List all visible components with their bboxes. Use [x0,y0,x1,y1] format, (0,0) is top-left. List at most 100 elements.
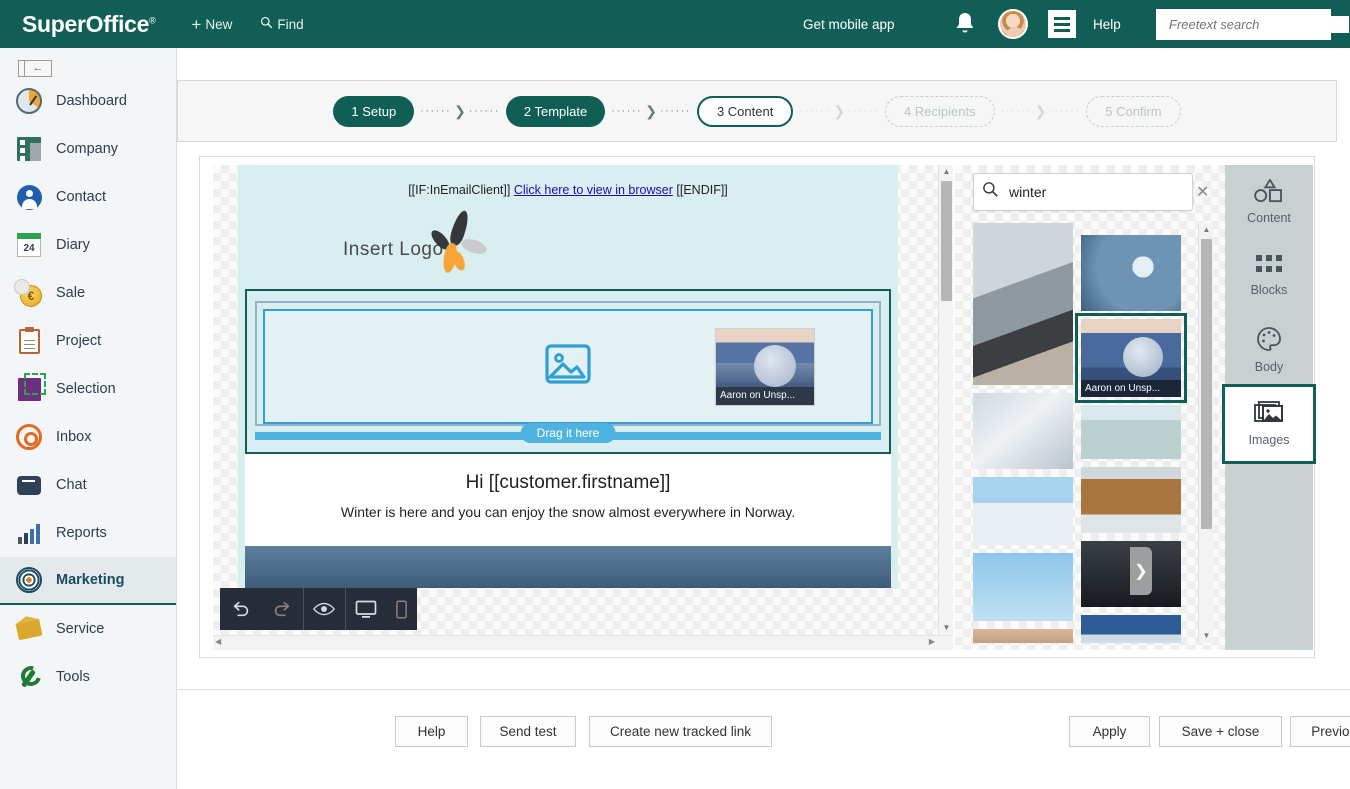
image-thumbnail-selected[interactable]: Aaron on Unsp... [1075,313,1187,403]
dragged-image-ghost: Aaron on Unsp... [715,328,815,406]
chevron-right-icon: ❯ [645,103,657,119]
rail-tab-body[interactable]: Body [1225,313,1313,387]
scroll-left-arrow-icon[interactable]: ◀ [215,637,221,646]
at-sign-icon [12,421,46,453]
image-thumbnail[interactable] [973,629,1073,643]
preview-eye-icon[interactable] [303,588,344,630]
new-button[interactable]: + New [191,16,232,33]
freetext-search-input[interactable] [1167,16,1349,33]
brand-registered-mark: ® [149,14,156,25]
dashboard-icon-shape [16,88,42,114]
image-search-box[interactable]: ✕ [973,173,1209,211]
email-template-body[interactable]: [[IF:InEmailClient]] Click here to view … [238,165,898,588]
coin-icon: € [12,277,46,309]
sidebar-item-contact[interactable]: Contact [0,173,176,221]
sidebar-item-company[interactable]: Company [0,125,176,173]
help-link[interactable]: Help [1093,17,1121,32]
scroll-up-arrow-icon[interactable]: ▲ [1199,223,1214,237]
canvas-horizontal-scrollbar[interactable]: ◀ ▶ [213,635,953,650]
sidebar-item-inbox[interactable]: Inbox [0,413,176,461]
canvas-scroll-thumb[interactable] [941,181,952,301]
image-thumbnail[interactable] [973,477,1073,545]
new-button-label: New [205,16,233,32]
sidebar-item-project[interactable]: Project [0,317,176,365]
clear-search-icon[interactable]: ✕ [1192,182,1213,202]
at-sign-icon-shape [16,424,42,450]
editor-floating-toolbar[interactable] [220,588,417,630]
scroll-up-arrow-icon[interactable]: ▲ [939,165,953,179]
email-body-text[interactable]: Winter is here and you can enjoy the sno… [245,498,891,546]
selected-image-module[interactable]: Aaron on Unsp... Drag it here [245,289,891,454]
email-text-block[interactable]: Hi [[customer.firstname]] Winter is here… [245,454,891,546]
image-grid-column-left [973,223,1073,643]
image-thumbnail[interactable] [1081,615,1181,643]
image-results-grid[interactable]: Aaron on Unsp... [973,223,1191,643]
logo-row[interactable]: Insert Logo [238,205,898,289]
footer-button-apply[interactable]: Apply [1069,716,1150,747]
images-vertical-scrollbar[interactable]: ▲ ▼ [1198,223,1213,643]
ticket-icon [12,613,46,645]
image-module-inner[interactable]: Aaron on Unsp... [255,301,881,426]
view-in-browser-link[interactable]: Click here to view in browser [514,183,673,197]
email-hero-image[interactable] [245,546,891,588]
sidebar-item-chat[interactable]: Chat [0,461,176,509]
image-thumbnail[interactable] [1081,405,1181,459]
panel-expand-handle[interactable]: ❯ [1130,547,1152,595]
wizard-step-5[interactable]: 5 Confirm [1086,95,1181,127]
footer-button-create-new-tracked-link[interactable]: Create new tracked link [589,716,772,747]
footer-button-save-close[interactable]: Save + close [1159,716,1282,747]
rail-tab-blocks[interactable]: Blocks [1225,239,1313,313]
image-thumbnail[interactable] [1081,235,1181,311]
footer-button-previous[interactable]: Previous [1290,716,1350,747]
desktop-view-icon[interactable] [345,588,386,630]
images-scroll-thumb[interactable] [1201,239,1212,529]
rail-tab-content[interactable]: Content [1225,165,1313,239]
image-credit-label: Aaron on Unsp... [1081,380,1181,397]
scroll-right-arrow-icon[interactable]: ▶ [929,637,935,646]
image-thumbnail[interactable] [973,393,1073,469]
menu-icon[interactable] [1048,10,1076,38]
get-mobile-app-link[interactable]: Get mobile app [803,17,895,32]
wizard-steps: 1 Setup ······ ❯ ······ 2 Template ······ ❯ ···… [177,80,1337,142]
wizard-step-2[interactable]: 2 Template [505,95,606,127]
sidebar-item-tools[interactable]: Tools [0,653,176,701]
rail-tab-images[interactable]: Images [1222,384,1316,464]
image-thumbnail[interactable] [973,223,1073,385]
wizard-step-1[interactable]: 1 Setup [333,95,415,127]
user-avatar[interactable] [998,9,1028,39]
arrow-left-icon: ← [32,62,44,74]
collapse-sidebar-button[interactable]: ← [18,60,52,77]
sidebar-item-dashboard[interactable]: Dashboard [0,77,176,125]
wizard-connector: ······ ❯ ······ [1001,104,1081,118]
notification-bell-icon[interactable] [953,11,977,42]
mobile-view-icon[interactable] [387,588,417,630]
freetext-search-box[interactable] [1156,9,1350,40]
redo-button[interactable] [261,588,302,630]
canvas-vertical-scrollbar[interactable]: ▲ ▼ [938,165,953,635]
wizard-step-4[interactable]: 4 Recipients [885,95,995,127]
chevron-right-icon: ❯ [1034,103,1047,119]
sidebar-item-reports[interactable]: Reports [0,509,176,557]
sidebar-item-marketing[interactable]: Marketing [0,557,176,605]
sidebar-item-label: Service [56,620,105,637]
brand-logo[interactable]: SuperOffice® [22,11,156,38]
footer-button-send-test[interactable]: Send test [480,716,576,747]
sidebar-item-sale[interactable]: € Sale [0,269,176,317]
sidebar-item-service[interactable]: Service [0,605,176,653]
logo-leaf-icon [450,249,468,273]
left-sidebar: ← Dashboard Company Contact 24 Diary € Sale Pro… [0,48,177,789]
image-thumbnail[interactable] [1081,467,1181,533]
sidebar-item-diary[interactable]: 24 Diary [0,221,176,269]
image-search-input[interactable] [1007,183,1192,201]
calendar-icon: 24 [12,229,46,261]
scroll-down-arrow-icon[interactable]: ▼ [939,621,953,635]
email-canvas[interactable]: [[IF:InEmailClient]] Click here to view … [213,165,953,650]
footer-button-help[interactable]: Help [395,716,468,747]
find-button[interactable]: Find [260,16,304,32]
undo-button[interactable] [220,588,261,630]
image-thumbnail[interactable] [973,553,1073,621]
sidebar-item-selection[interactable]: Selection [0,365,176,413]
wizard-step-3[interactable]: 3 Content [696,95,794,127]
scroll-down-arrow-icon[interactable]: ▼ [1199,629,1214,643]
email-greeting[interactable]: Hi [[customer.firstname]] [245,454,891,498]
